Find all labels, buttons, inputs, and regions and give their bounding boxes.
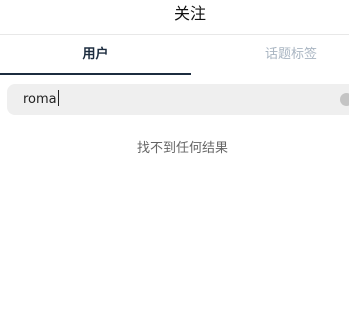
clear-icon[interactable]: [340, 93, 349, 106]
tab-hashtags[interactable]: 话题标签: [191, 35, 349, 75]
follow-screen: 关注 用户 话题标签 roma 找不到任何结果: [0, 0, 349, 313]
page-title: 关注: [173, 4, 206, 23]
title-bar: 关注: [0, 0, 349, 35]
tab-users[interactable]: 用户: [0, 35, 191, 75]
empty-results-message: 找不到任何结果: [136, 141, 228, 156]
tab-bar: 用户 话题标签: [0, 35, 349, 75]
text-cursor: [57, 89, 59, 106]
search-input-value: roma: [23, 92, 57, 107]
search-input[interactable]: roma: [7, 84, 349, 115]
